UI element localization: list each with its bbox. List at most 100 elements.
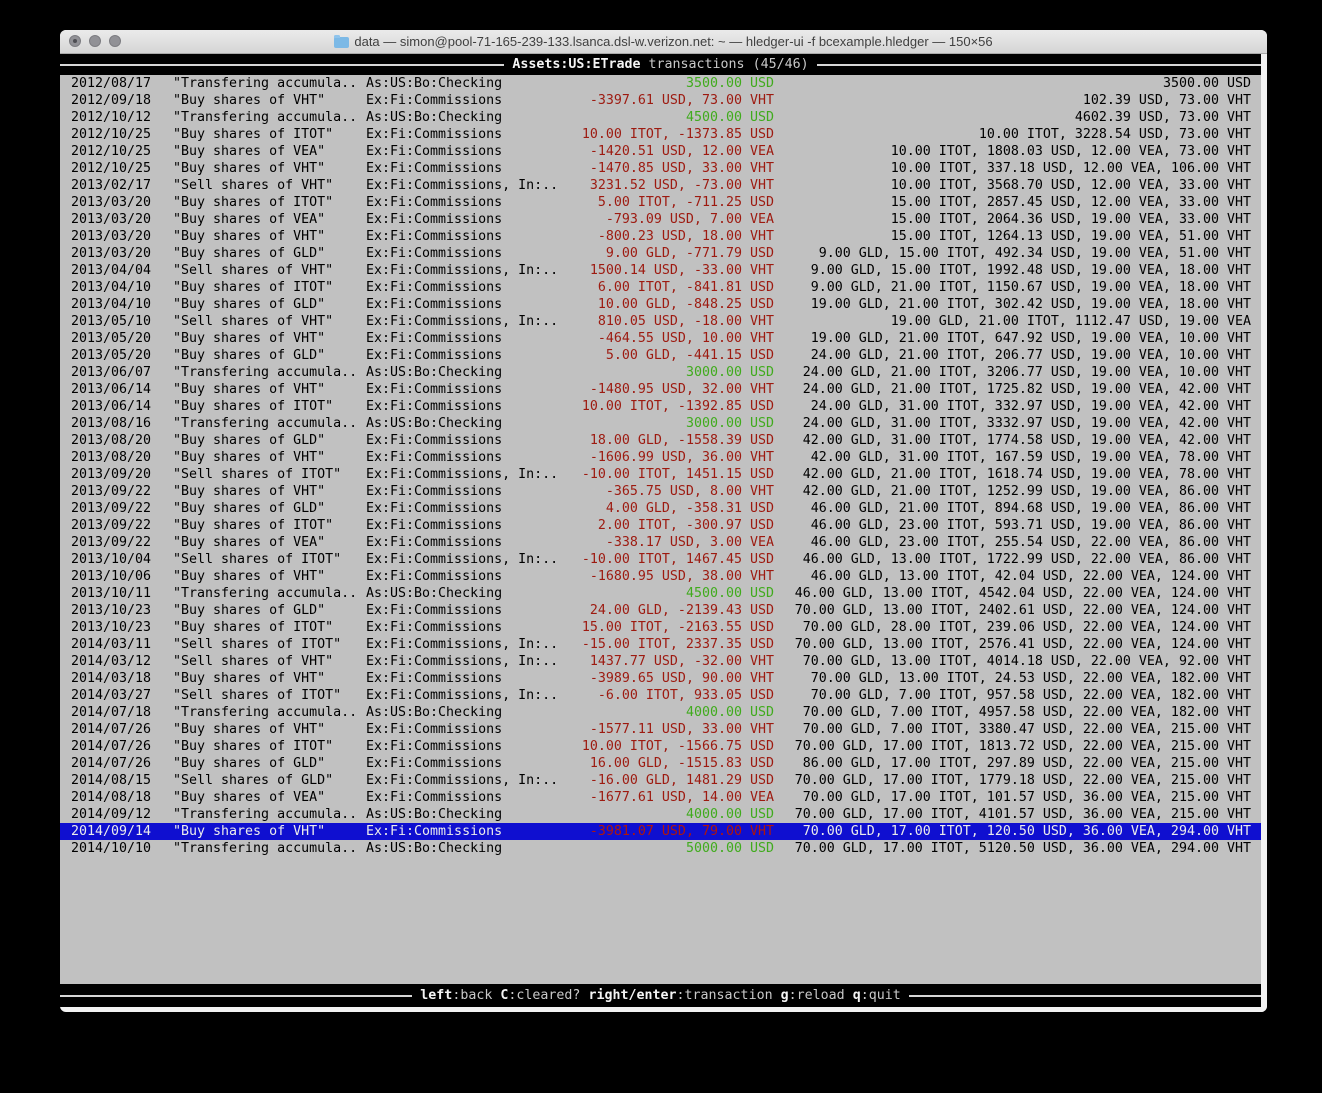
txn-balance: 70.00 GLD, 17.00 ITOT, 4101.57 USD, 36.0… [774,806,1261,823]
table-row[interactable]: 2013/08/16 "Transfering accumula.. As:US… [60,415,1261,432]
txn-other-accounts: Ex:Fi:Commissions, In:.. [366,466,566,483]
txn-balance: 19.00 GLD, 21.00 ITOT, 1112.47 USD, 19.0… [774,313,1261,330]
table-row[interactable]: 2013/08/20 "Buy shares of GLD" Ex:Fi:Com… [60,432,1261,449]
txn-change: -6.00 ITOT, 933.05 USD [566,687,774,704]
table-row[interactable]: 2013/10/23 "Buy shares of ITOT" Ex:Fi:Co… [60,619,1261,636]
table-row[interactable]: 2014/09/14 "Buy shares of VHT" Ex:Fi:Com… [60,823,1261,840]
txn-date: 2013/03/20 [71,194,151,211]
txn-date: 2013/04/04 [71,262,151,279]
footer-rule-right [909,995,1261,997]
window-titlebar[interactable]: data — simon@pool-71-165-239-133.lsanca.… [60,30,1267,54]
txn-date: 2012/08/17 [71,75,151,92]
terminal-window: data — simon@pool-71-165-239-133.lsanca.… [60,30,1267,1012]
table-row[interactable]: 2012/09/18 "Buy shares of VHT" Ex:Fi:Com… [60,92,1261,109]
table-row[interactable]: 2013/08/20 "Buy shares of VHT" Ex:Fi:Com… [60,449,1261,466]
table-row[interactable]: 2013/03/20 "Buy shares of VEA" Ex:Fi:Com… [60,211,1261,228]
table-row[interactable]: 2013/05/20 "Buy shares of GLD" Ex:Fi:Com… [60,347,1261,364]
txn-description: "Transfering accumula.. [173,704,366,721]
table-row[interactable]: 2013/10/23 "Buy shares of GLD" Ex:Fi:Com… [60,602,1261,619]
txn-description: "Buy shares of VHT" [173,721,366,738]
txn-date: 2014/07/18 [71,704,151,721]
table-row[interactable]: 2014/08/18 "Buy shares of VEA" Ex:Fi:Com… [60,789,1261,806]
table-row[interactable]: 2014/08/15 "Sell shares of GLD" Ex:Fi:Co… [60,772,1261,789]
table-row[interactable]: 2013/03/20 "Buy shares of ITOT" Ex:Fi:Co… [60,194,1261,211]
txn-balance: 10.00 ITOT, 3228.54 USD, 73.00 VHT [774,126,1261,143]
table-row[interactable]: 2014/03/27 "Sell shares of ITOT" Ex:Fi:C… [60,687,1261,704]
table-row[interactable]: 2013/09/22 "Buy shares of GLD" Ex:Fi:Com… [60,500,1261,517]
table-row[interactable]: 2013/09/22 "Buy shares of VHT" Ex:Fi:Com… [60,483,1261,500]
table-row[interactable]: 2014/03/12 "Sell shares of VHT" Ex:Fi:Co… [60,653,1261,670]
txn-other-accounts: Ex:Fi:Commissions [366,194,566,211]
txn-date: 2013/03/20 [71,245,151,262]
txn-description: "Sell shares of VHT" [173,262,366,279]
table-row[interactable]: 2013/03/20 "Buy shares of VHT" Ex:Fi:Com… [60,228,1261,245]
table-row[interactable]: 2013/03/20 "Buy shares of GLD" Ex:Fi:Com… [60,245,1261,262]
txn-other-accounts: Ex:Fi:Commissions [366,602,566,619]
table-row[interactable]: 2014/03/11 "Sell shares of ITOT" Ex:Fi:C… [60,636,1261,653]
txn-date: 2014/08/18 [71,789,151,806]
minimize-button[interactable] [89,35,101,47]
txn-other-accounts: Ex:Fi:Commissions [366,296,566,313]
txn-change: -1577.11 USD, 33.00 VHT [566,721,774,738]
table-row[interactable]: 2013/09/22 "Buy shares of ITOT" Ex:Fi:Co… [60,517,1261,534]
table-row[interactable]: 2013/04/04 "Sell shares of VHT" Ex:Fi:Co… [60,262,1261,279]
txn-description: "Buy shares of GLD" [173,755,366,772]
table-row[interactable]: 2014/07/18 "Transfering accumula.. As:US… [60,704,1261,721]
txn-change: -10.00 ITOT, 1451.15 USD [566,466,774,483]
txn-change: 24.00 GLD, -2139.43 USD [566,602,774,619]
txn-balance: 24.00 GLD, 21.00 ITOT, 1725.82 USD, 19.0… [774,381,1261,398]
txn-date: 2014/09/14 [71,823,151,840]
table-row[interactable]: 2014/07/26 "Buy shares of GLD" Ex:Fi:Com… [60,755,1261,772]
close-button[interactable] [69,35,81,47]
txn-change: 6.00 ITOT, -841.81 USD [566,279,774,296]
table-row[interactable]: 2013/02/17 "Sell shares of VHT" Ex:Fi:Co… [60,177,1261,194]
table-row[interactable]: 2012/10/25 "Buy shares of ITOT" Ex:Fi:Co… [60,126,1261,143]
scrollbar[interactable] [1261,54,1267,1012]
txn-change: -365.75 USD, 8.00 VHT [566,483,774,500]
txn-change: 3000.00 USD [566,415,774,432]
table-row[interactable]: 2013/06/14 "Buy shares of VHT" Ex:Fi:Com… [60,381,1261,398]
table-row[interactable]: 2014/10/10 "Transfering accumula.. As:US… [60,840,1261,857]
table-row[interactable]: 2013/10/06 "Buy shares of VHT" Ex:Fi:Com… [60,568,1261,585]
table-row[interactable]: 2013/09/20 "Sell shares of ITOT" Ex:Fi:C… [60,466,1261,483]
txn-description: "Sell shares of VHT" [173,177,366,194]
table-row[interactable]: 2013/06/14 "Buy shares of ITOT" Ex:Fi:Co… [60,398,1261,415]
table-row[interactable]: 2013/10/04 "Sell shares of ITOT" Ex:Fi:C… [60,551,1261,568]
txn-date: 2014/10/10 [71,840,151,857]
table-row[interactable]: 2012/10/25 "Buy shares of VHT" Ex:Fi:Com… [60,160,1261,177]
table-row[interactable]: 2013/06/07 "Transfering accumula.. As:US… [60,364,1261,381]
txn-change: 3500.00 USD [566,75,774,92]
table-row[interactable]: 2014/07/26 "Buy shares of VHT" Ex:Fi:Com… [60,721,1261,738]
zoom-button[interactable] [109,35,121,47]
txn-other-accounts: As:US:Bo:Checking [366,364,566,381]
table-row[interactable]: 2014/09/12 "Transfering accumula.. As:US… [60,806,1261,823]
table-row[interactable]: 2013/05/10 "Sell shares of VHT" Ex:Fi:Co… [60,313,1261,330]
txn-description: "Buy shares of VHT" [173,160,366,177]
footer-key: q [853,988,861,1003]
table-row[interactable]: 2012/10/25 "Buy shares of VEA" Ex:Fi:Com… [60,143,1261,160]
table-row[interactable]: 2013/04/10 "Buy shares of ITOT" Ex:Fi:Co… [60,279,1261,296]
txn-date: 2013/10/04 [71,551,151,568]
txn-description: "Sell shares of ITOT" [173,636,366,653]
table-row[interactable]: 2013/04/10 "Buy shares of GLD" Ex:Fi:Com… [60,296,1261,313]
txn-balance: 4602.39 USD, 73.00 VHT [774,109,1261,126]
table-row[interactable]: 2013/09/22 "Buy shares of VEA" Ex:Fi:Com… [60,534,1261,551]
txn-balance: 19.00 GLD, 21.00 ITOT, 647.92 USD, 19.00… [774,330,1261,347]
table-row[interactable]: 2012/10/12 "Transfering accumula.. As:US… [60,109,1261,126]
txn-balance: 15.00 ITOT, 1264.13 USD, 19.00 VEA, 51.0… [774,228,1261,245]
table-row[interactable]: 2013/05/20 "Buy shares of VHT" Ex:Fi:Com… [60,330,1261,347]
txn-description: "Buy shares of GLD" [173,296,366,313]
txn-change: -3981.07 USD, 79.00 VHT [566,823,774,840]
txn-balance: 9.00 GLD, 21.00 ITOT, 1150.67 USD, 19.00… [774,279,1261,296]
txn-description: "Buy shares of VEA" [173,534,366,551]
txn-other-accounts: Ex:Fi:Commissions [366,245,566,262]
table-row[interactable]: 2014/03/18 "Buy shares of VHT" Ex:Fi:Com… [60,670,1261,687]
txn-change: 18.00 GLD, -1558.39 USD [566,432,774,449]
txn-change: 10.00 ITOT, -1566.75 USD [566,738,774,755]
txn-description: "Transfering accumula.. [173,75,366,92]
screen-header: Assets:US:ETrade transactions (45/46) [60,54,1261,75]
table-row[interactable]: 2012/08/17 "Transfering accumula.. As:US… [60,75,1261,92]
table-row[interactable]: 2013/10/11 "Transfering accumula.. As:US… [60,585,1261,602]
txn-change: -1480.95 USD, 32.00 VHT [566,381,774,398]
table-row[interactable]: 2014/07/26 "Buy shares of ITOT" Ex:Fi:Co… [60,738,1261,755]
